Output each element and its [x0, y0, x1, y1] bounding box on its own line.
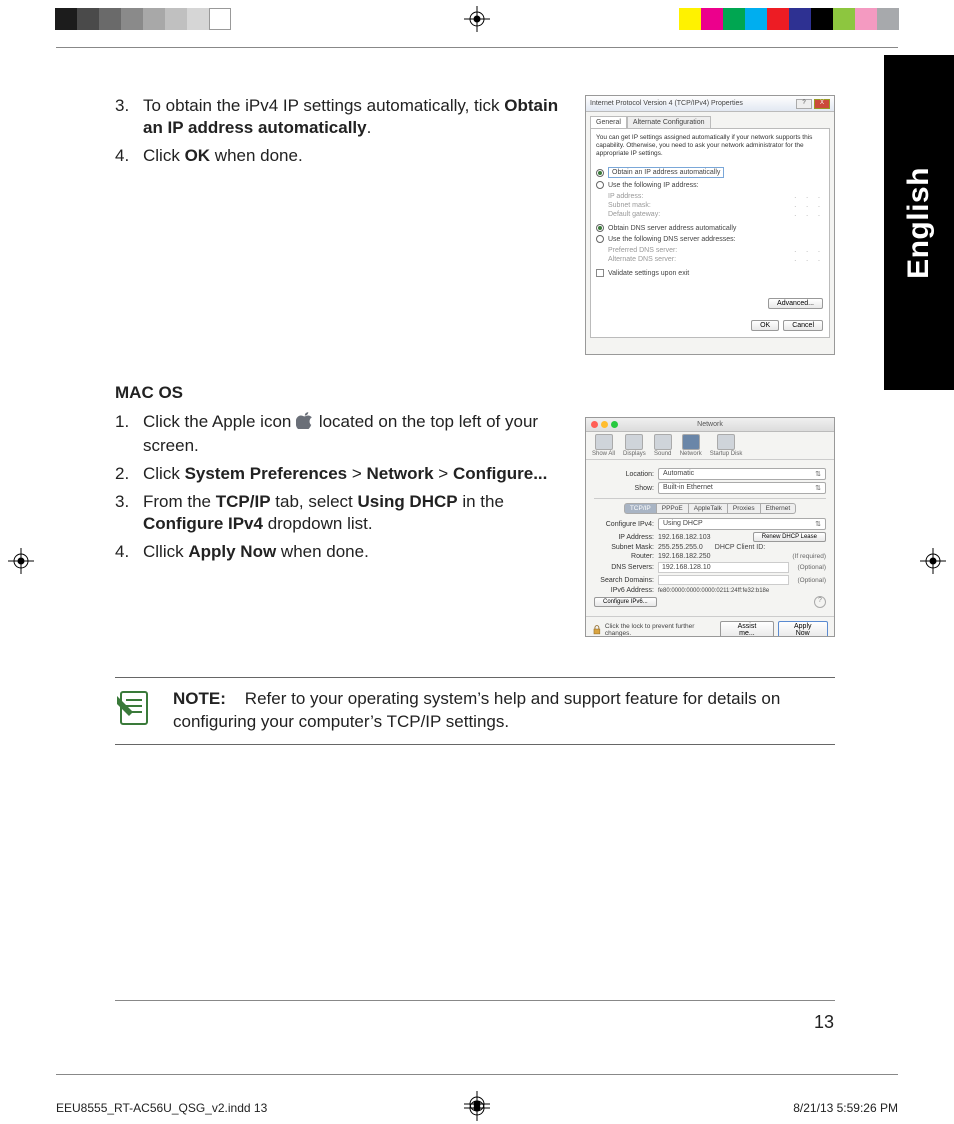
mac-steps-list: 1.Click the Apple icon located on the to… [115, 411, 575, 564]
list-item: 4.Cllick Apply Now when done. [115, 541, 575, 563]
toolbar-item: Show All [592, 434, 615, 457]
toolbar-item: Sound [654, 434, 672, 457]
minimize-icon: ? [796, 99, 812, 109]
tab-alternate-configuration: Alternate Configuration [627, 116, 711, 128]
list-item: 3.From the TCP/IP tab, select Using DHCP… [115, 491, 575, 535]
note-block: NOTE: Refer to your operating system’s h… [115, 677, 835, 745]
toolbar-item: Network [680, 434, 702, 457]
page-number: 13 [814, 1012, 834, 1033]
tab-ethernet: Ethernet [761, 503, 797, 514]
tab-pppoe: PPPoE [657, 503, 689, 514]
list-item: 4.Click OK when done. [115, 145, 575, 167]
slug-timestamp: 8/21/13 5:59:26 PM [793, 1101, 898, 1115]
print-slug: EEU8555_RT-AC56U_QSG_v2.indd 13 8/21/13 … [56, 1101, 898, 1115]
win-dialog-title: Internet Protocol Version 4 (TCP/IPv4) P… [590, 100, 743, 107]
list-item: 2.Click System Preferences > Network > C… [115, 463, 575, 485]
windows-tcpip-dialog-figure: Internet Protocol Version 4 (TCP/IPv4) P… [585, 95, 835, 355]
radio-use-following-ip: Use the following IP address: [608, 182, 699, 189]
checkbox-validate-label: Validate settings upon exit [608, 270, 689, 277]
lock-text: Click the lock to prevent further change… [605, 623, 721, 637]
tab-tcp/ip: TCP/IP [624, 503, 657, 514]
help-icon: ? [814, 596, 826, 608]
mac-toolbar: Show All Displays Sound Network Startup Disk [586, 432, 834, 460]
tab-appletalk: AppleTalk [689, 503, 728, 514]
toolbar-item: Displays [623, 434, 646, 457]
mac-tabs: TCP/IPPPPoEAppleTalkProxiesEthernet [594, 503, 826, 514]
registration-mark-icon [920, 548, 946, 574]
radio-selected-icon [596, 169, 604, 177]
toolbar-item: Startup Disk [710, 434, 743, 457]
apply-now-button: Apply Now [778, 621, 829, 637]
configure-ipv4-select: Using DHCP⇅ [658, 518, 826, 530]
close-icon: X [814, 99, 830, 109]
language-tab-label: English [902, 167, 936, 279]
mac-window-title: Network [586, 421, 834, 428]
window-chrome-buttons: ? X [796, 99, 830, 109]
radio-use-following-dns: Use the following DNS server addresses: [608, 236, 736, 243]
radio-obtain-ip-auto: Obtain an IP address automatically [608, 167, 724, 178]
tab-general: General [590, 116, 627, 128]
registration-mark-icon [464, 6, 490, 32]
radio-icon [596, 235, 604, 243]
mac-os-heading: MAC OS [115, 383, 835, 403]
windows-steps-list: 3.To obtain the iPv4 IP settings automat… [115, 95, 575, 167]
radio-selected-icon [596, 224, 604, 232]
note-icon [115, 688, 155, 734]
list-item: 1.Click the Apple icon located on the to… [115, 411, 575, 457]
page-content: 3.To obtain the iPv4 IP settings automat… [115, 95, 835, 745]
footer-rule [115, 1000, 835, 1001]
cancel-button: Cancel [783, 320, 823, 331]
apple-icon [296, 411, 314, 435]
language-tab: English [884, 55, 954, 390]
registration-mark-icon [8, 548, 34, 574]
note-text: Refer to your operating system’s help an… [173, 689, 780, 731]
advanced-button: Advanced... [768, 298, 823, 309]
mac-network-dialog-figure: Network Show All Displays Sound Network Star… [585, 417, 835, 637]
renew-dhcp-button: Renew DHCP Lease [753, 532, 826, 542]
note-label: NOTE: [173, 689, 226, 708]
configure-ipv6-button: Configure IPv6... [594, 597, 657, 607]
slug-filename: EEU8555_RT-AC56U_QSG_v2.indd 13 [56, 1101, 267, 1115]
tab-proxies: Proxies [728, 503, 761, 514]
win-dialog-description: You can get IP settings assigned automat… [596, 134, 824, 157]
lock-icon [592, 625, 602, 635]
registration-mark-icon [464, 1095, 490, 1121]
list-item: 3.To obtain the iPv4 IP settings automat… [115, 95, 575, 139]
show-select: Built-in Ethernet⇅ [658, 482, 826, 494]
assist-me-button: Assist me... [720, 621, 773, 637]
ok-button: OK [751, 320, 779, 331]
radio-obtain-dns-auto: Obtain DNS server address automatically [608, 225, 736, 232]
location-select: Automatic⇅ [658, 468, 826, 480]
checkbox-icon [596, 269, 604, 277]
radio-icon [596, 181, 604, 189]
